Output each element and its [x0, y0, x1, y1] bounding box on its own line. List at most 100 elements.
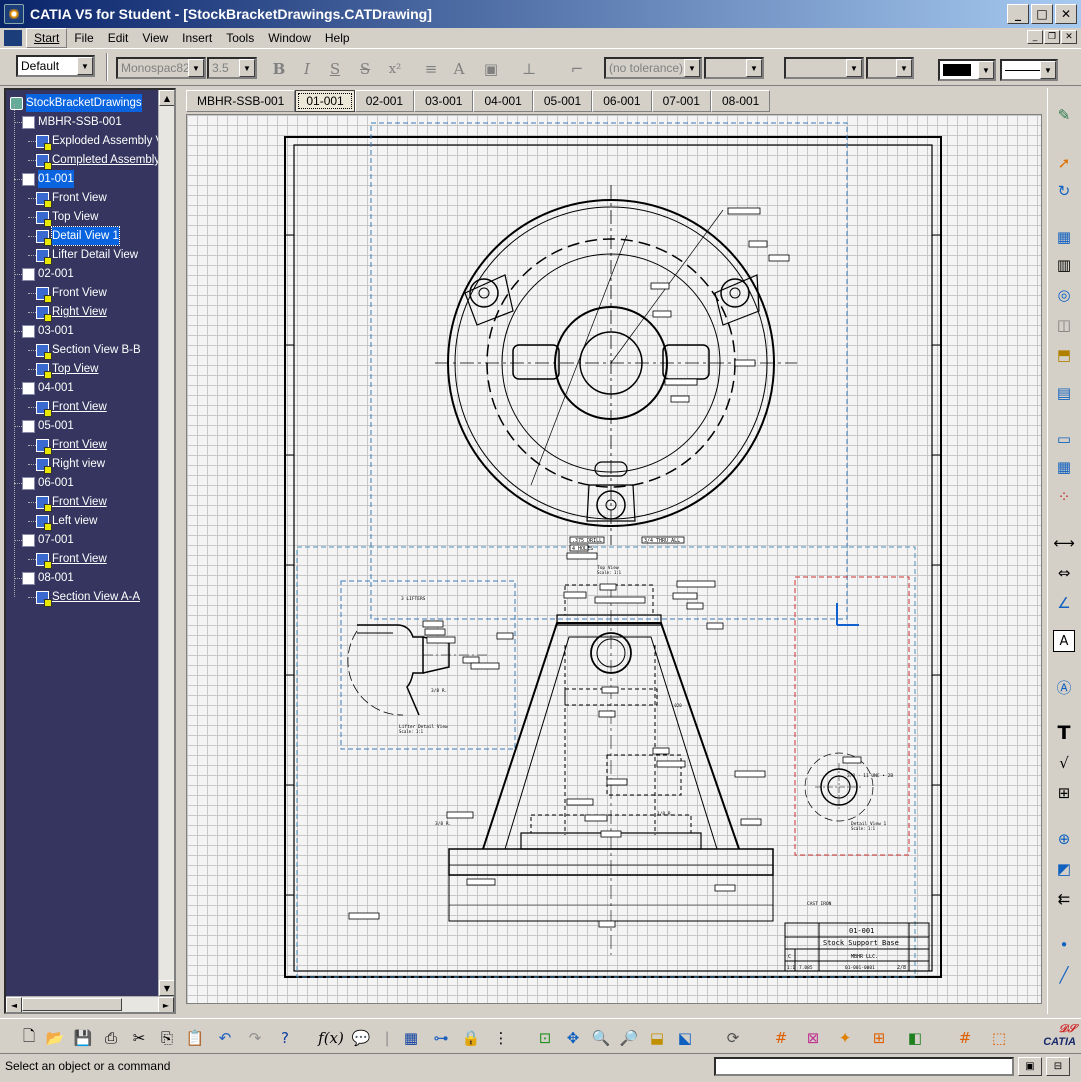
tree-view-node[interactable]: Front View — [36, 493, 107, 512]
sheet-tab[interactable]: 06-001 — [592, 90, 652, 112]
tree-sheet-node[interactable]: 01-001 — [22, 170, 74, 188]
text-with-frame-icon[interactable]: A — [1053, 630, 1075, 652]
undo-icon[interactable]: ↶ — [214, 1027, 236, 1049]
update-icon[interactable]: ↻ — [1053, 180, 1075, 202]
sheet-tab[interactable]: 03-001 — [414, 90, 474, 112]
catalog-icon[interactable]: ▦ — [400, 1027, 422, 1049]
formula-icon[interactable]: f(x) — [318, 1027, 344, 1049]
scroll-left-button[interactable]: ◄ — [6, 997, 22, 1012]
chevron-down-icon[interactable]: ▼ — [188, 59, 204, 77]
sheet-tab[interactable]: 05-001 — [532, 90, 593, 112]
area-fill-icon[interactable]: ◩ — [1053, 858, 1075, 880]
comment-icon[interactable]: 💬 — [350, 1027, 372, 1049]
bold-button[interactable]: B — [268, 58, 290, 80]
roughness-symbol-icon[interactable]: √ — [1053, 752, 1075, 774]
pan-icon[interactable]: ✥ — [562, 1027, 584, 1049]
analysis-display-icon[interactable]: ✦ — [834, 1027, 856, 1049]
circle-pattern-icon[interactable]: ⁘ — [1053, 486, 1075, 508]
lock-icon[interactable]: 🔒 — [460, 1027, 482, 1049]
filter-generated-icon[interactable]: ◧ — [904, 1027, 926, 1049]
knowledge-icon[interactable]: ❘ — [376, 1027, 398, 1049]
font-select[interactable]: Monospac821 ▼ — [116, 57, 206, 79]
new-sheet-icon[interactable]: ▤ — [1053, 382, 1075, 404]
paste-icon[interactable]: 📋 — [184, 1027, 206, 1049]
angle-dimension-icon[interactable]: ∠ — [1053, 592, 1075, 614]
filter-icon[interactable]: ⋮ — [490, 1027, 512, 1049]
sheet-tab[interactable]: 07-001 — [651, 90, 711, 112]
text-icon[interactable]: T — [1053, 722, 1075, 744]
tree-sheet-node[interactable]: 08-001 — [22, 569, 74, 587]
fit-all-icon[interactable]: ⊡ — [534, 1027, 556, 1049]
tree-view-node[interactable]: Lifter Detail View — [36, 246, 138, 265]
tree-view-node[interactable]: Exploded Assembly Vie — [36, 132, 172, 151]
tree-view-node[interactable]: Front View — [36, 189, 107, 208]
section-view-icon[interactable]: ▥ — [1053, 254, 1075, 276]
dimension-style-icon[interactable]: ⌐ — [566, 58, 588, 80]
detail-view-icon[interactable]: ◎ — [1053, 284, 1075, 306]
tree-view-node[interactable]: Section View A-A — [36, 588, 140, 607]
center-mark-icon[interactable]: ⊕ — [1053, 828, 1075, 850]
underline-button[interactable]: S — [324, 58, 346, 80]
open-folder-icon[interactable]: 📂 — [44, 1027, 66, 1049]
copy-icon[interactable]: ⎘ — [156, 1027, 178, 1049]
sheet-tab[interactable]: MBHR-SSB-001 — [186, 90, 296, 112]
superscript-button[interactable]: x² — [384, 58, 406, 80]
tree-view-node[interactable]: Front View — [36, 284, 107, 303]
tree-sheet-node[interactable]: 02-001 — [22, 265, 74, 283]
tree-horizontal-scrollbar[interactable]: ◄ ► — [6, 996, 174, 1012]
menu-insert[interactable]: Insert — [175, 29, 219, 47]
chevron-down-icon[interactable]: ▼ — [77, 57, 93, 75]
tree-view-node[interactable]: Completed Assembly V — [36, 151, 171, 170]
tree-sheet-node[interactable]: 07-001 — [22, 531, 74, 549]
cut-icon[interactable]: ✂ — [128, 1027, 150, 1049]
view-mode-icon[interactable]: ⬕ — [674, 1027, 696, 1049]
tolerance-select[interactable]: (no tolerance) ▼ — [604, 57, 702, 79]
align-left-icon[interactable]: ≡ — [420, 58, 442, 80]
redo-icon[interactable]: ↷ — [244, 1027, 266, 1049]
clipping-view-icon[interactable]: ◫ — [1053, 314, 1075, 336]
framed-text-icon[interactable]: ▣ — [480, 58, 502, 80]
tree-root-node[interactable]: StockBracketDrawings — [10, 94, 142, 112]
font-size-select[interactable]: 3.5 ▼ — [207, 57, 257, 79]
table-icon[interactable]: ⊞ — [1053, 782, 1075, 804]
menu-tools[interactable]: Tools — [219, 29, 261, 47]
tree-view-node[interactable]: Front View — [36, 436, 107, 455]
chevron-down-icon[interactable]: ▼ — [978, 61, 994, 79]
tree-sheet-node[interactable]: 04-001 — [22, 379, 74, 397]
tree-sheet-node[interactable]: 03-001 — [22, 322, 74, 340]
zoom-in-icon[interactable]: 🔍 — [590, 1027, 612, 1049]
tree-view-node[interactable]: Top View — [36, 208, 98, 227]
maximize-button[interactable]: □ — [1031, 4, 1053, 24]
arrow-icon[interactable]: ⇇ — [1053, 888, 1075, 910]
engineering-drawing[interactable]: .375 DRILL 4 HOLES 3/4 THRU ALL Top View… — [187, 115, 1042, 1004]
tree-view-node[interactable]: Top View — [36, 360, 98, 379]
menu-window[interactable]: Window — [261, 29, 318, 47]
drafting-workbench-icon[interactable]: ✎ — [1053, 104, 1075, 126]
save-icon[interactable]: 💾 — [72, 1027, 94, 1049]
chevron-down-icon[interactable]: ▼ — [896, 59, 912, 77]
sheet-tab[interactable]: 04-001 — [473, 90, 533, 112]
power-input-field[interactable] — [714, 1057, 1014, 1076]
chevron-down-icon[interactable]: ▼ — [746, 59, 762, 77]
whats-this-icon[interactable]: ? — [274, 1027, 296, 1049]
snap-to-point-icon[interactable]: ⊠ — [802, 1027, 824, 1049]
tree-sheet-node[interactable]: MBHR-SSB-001 — [22, 113, 122, 131]
menu-help[interactable]: Help — [318, 29, 357, 47]
rectangle-icon[interactable]: ▭ — [1053, 428, 1075, 450]
scroll-up-button[interactable]: ▲ — [159, 90, 174, 106]
chevron-down-icon[interactable]: ▼ — [846, 59, 862, 77]
tree-sheet-node[interactable]: 05-001 — [22, 417, 74, 435]
line-icon[interactable]: ╱ — [1053, 964, 1075, 986]
zoom-out-icon[interactable]: 🔎 — [618, 1027, 640, 1049]
scroll-right-button[interactable]: ► — [158, 997, 174, 1012]
tree-vertical-scrollbar[interactable]: ▲ ▼ — [158, 90, 174, 996]
menu-view[interactable]: View — [135, 29, 175, 47]
drawing-canvas[interactable]: .375 DRILL 4 HOLES 3/4 THRU ALL Top View… — [186, 114, 1042, 1004]
tree-view-node[interactable]: Front View — [36, 398, 107, 417]
scroll-thumb[interactable] — [22, 998, 122, 1011]
tree-expand-icon[interactable]: ⊶ — [430, 1027, 452, 1049]
grid-icon[interactable]: # — [770, 1027, 792, 1049]
specification-tree[interactable]: StockBracketDrawings MBHR-SSB-001 Exploded… — [4, 88, 176, 1014]
numerical-format-select[interactable]: ▼ — [784, 57, 864, 79]
tree-sheet-node[interactable]: 06-001 — [22, 474, 74, 492]
